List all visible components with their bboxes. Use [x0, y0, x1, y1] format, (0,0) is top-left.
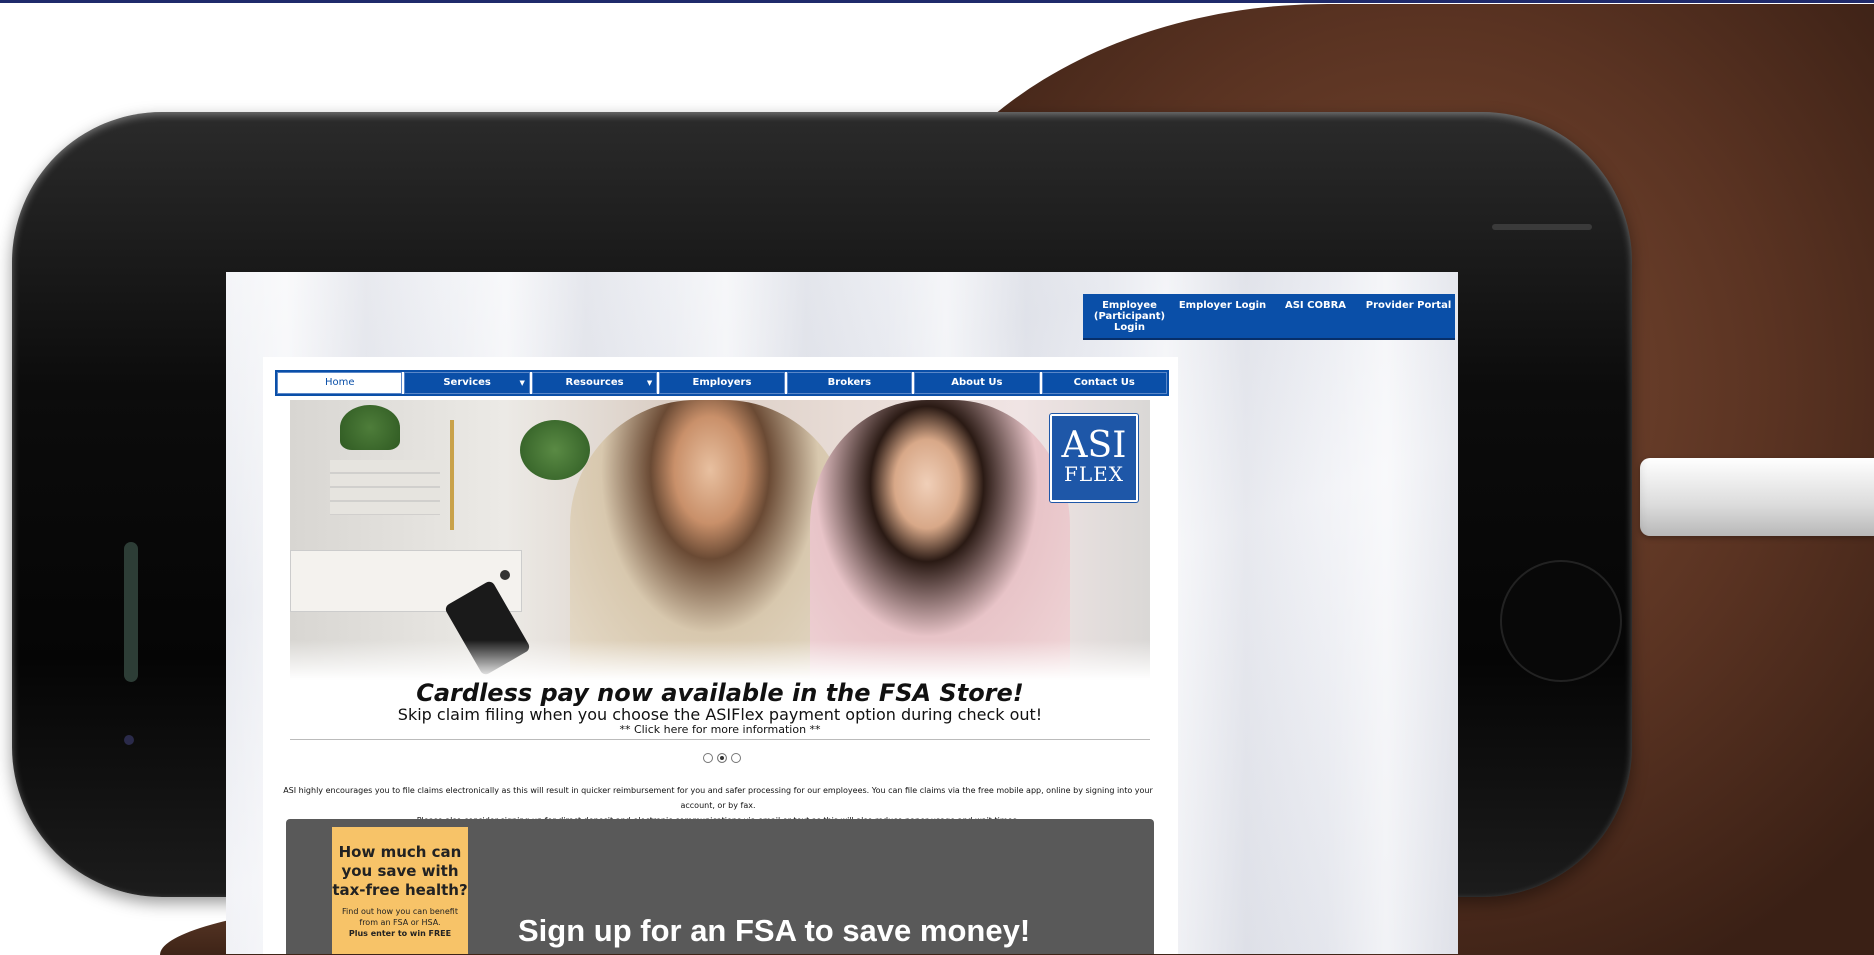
- phone-camera: [124, 735, 134, 745]
- carousel-dot-1[interactable]: [703, 753, 713, 763]
- employee-login-link[interactable]: Employee (Participant) Login: [1083, 294, 1176, 338]
- dropdown-arrow-icon: ▼: [646, 379, 653, 387]
- nav-about-us-label: About Us: [951, 377, 1003, 388]
- carousel-dot-2[interactable]: [717, 753, 727, 763]
- photo-fade: [290, 640, 1150, 680]
- banner-subtitle: Skip claim filing when you choose the AS…: [397, 705, 1043, 724]
- lamp-decor: [450, 420, 484, 530]
- drawer-knob: [500, 570, 510, 580]
- logo-line2: FLEX: [1064, 462, 1124, 486]
- books-decor: [330, 460, 440, 515]
- hero-banner[interactable]: ASI FLEX Cardless pay now available in t…: [290, 400, 1150, 737]
- girl-figure: [810, 400, 1070, 680]
- nav-brokers-label: Brokers: [827, 377, 872, 388]
- notice-line-1: ASI highly encourages you to file claims…: [283, 786, 1153, 810]
- page-content: Home Services ▼ Resources ▼ Employers Brok…: [263, 357, 1178, 954]
- savings-card[interactable]: How much can you save with tax-free heal…: [332, 827, 468, 954]
- charging-cable: [1640, 458, 1874, 536]
- fsa-promo: How much can you save with tax-free heal…: [286, 819, 1154, 954]
- top-nav: Employee (Participant) Login Employer Lo…: [1083, 294, 1455, 340]
- plant-decor: [520, 420, 590, 480]
- top-border: [0, 0, 1874, 3]
- nav-brokers[interactable]: Brokers: [786, 372, 913, 394]
- main-nav: Home Services ▼ Resources ▼ Employers Brok…: [275, 370, 1169, 396]
- woman-figure: [570, 400, 850, 680]
- banner-more-info-link[interactable]: ** Click here for more information **: [290, 724, 1150, 736]
- phone-side-button: [1492, 224, 1592, 230]
- asiflex-logo: ASI FLEX: [1050, 414, 1138, 502]
- logo-line1: ASI: [1061, 425, 1127, 466]
- carousel-dot-3[interactable]: [731, 753, 741, 763]
- savings-card-text: Find out how you can benefit from an FSA…: [342, 907, 458, 927]
- nav-employers[interactable]: Employers: [659, 372, 785, 394]
- nav-services-label: Services: [443, 377, 491, 388]
- banner-divider: [290, 739, 1150, 740]
- banner-title: Cardless pay now available in the FSA St…: [416, 679, 1024, 707]
- nav-services[interactable]: Services ▼: [404, 372, 530, 394]
- nav-home-label: Home: [324, 377, 355, 388]
- dropdown-arrow-icon: ▼: [519, 379, 525, 387]
- promo-headline: Sign up for an FSA to save money!: [518, 913, 1031, 948]
- asi-cobra-link[interactable]: ASI COBRA: [1269, 294, 1362, 338]
- nav-about-us[interactable]: About Us: [914, 372, 1040, 394]
- nav-resources[interactable]: Resources ▼: [531, 372, 658, 394]
- nav-employers-label: Employers: [692, 377, 752, 388]
- phone-home-button: [1500, 560, 1622, 682]
- phone-speaker: [124, 542, 138, 682]
- nav-contact-us-label: Contact Us: [1073, 377, 1135, 388]
- phone-screen: Employee (Participant) Login Employer Lo…: [226, 272, 1458, 954]
- savings-card-title: How much can you save with tax-free heal…: [332, 843, 468, 899]
- provider-portal-link[interactable]: Provider Portal: [1362, 294, 1455, 338]
- employer-login-link[interactable]: Employer Login: [1176, 294, 1269, 338]
- nav-home[interactable]: Home: [277, 372, 403, 394]
- plant-decor: [340, 405, 400, 450]
- carousel-dots: [703, 753, 741, 763]
- nav-resources-label: Resources: [565, 377, 624, 388]
- phone-frame: Employee (Participant) Login Employer Lo…: [12, 112, 1632, 954]
- banner-photo: ASI FLEX: [290, 400, 1150, 680]
- savings-card-bold: Plus enter to win FREE: [348, 929, 452, 938]
- nav-contact-us[interactable]: Contact Us: [1041, 372, 1167, 394]
